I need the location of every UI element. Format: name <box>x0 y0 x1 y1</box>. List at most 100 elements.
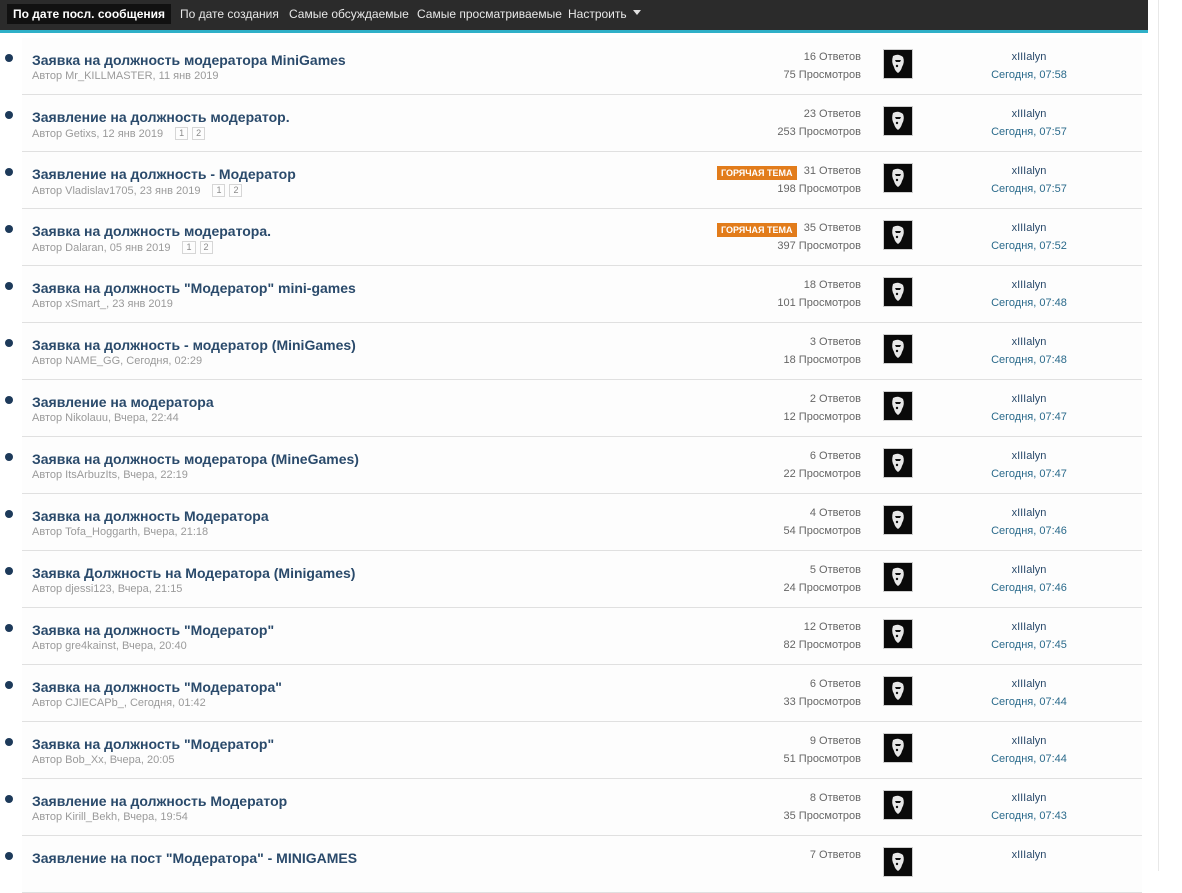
topic-title-link[interactable]: Заявка на должность "Модератора" <box>32 679 282 695</box>
page-link[interactable]: 2 <box>192 127 206 140</box>
last-poster-link[interactable]: xIIIalyn <box>980 279 1078 291</box>
unread-dot-icon[interactable] <box>5 396 13 404</box>
avatar[interactable] <box>883 448 913 478</box>
unread-dot-icon[interactable] <box>5 738 13 746</box>
avatar[interactable] <box>883 790 913 820</box>
unread-dot-icon[interactable] <box>5 852 13 860</box>
avatar[interactable] <box>883 847 913 877</box>
topic-title-link[interactable]: Заявление на должность - Модератор <box>32 166 296 182</box>
topic-title-link[interactable]: Заявка на должность Модератора <box>32 508 269 524</box>
last-post-time-link[interactable]: Сегодня, 07:57 <box>980 126 1078 138</box>
topic-meta-text: Автор Dalaran, 05 янв 2019 <box>32 242 171 254</box>
last-post-time-link[interactable]: Сегодня, 07:44 <box>980 696 1078 708</box>
last-poster-link[interactable]: xIIIalyn <box>980 792 1078 804</box>
tab-customize[interactable]: Настроить <box>562 4 647 24</box>
last-poster-link[interactable]: xIIIalyn <box>980 222 1078 234</box>
last-poster-link[interactable]: xIIIalyn <box>980 51 1078 63</box>
unread-dot-icon[interactable] <box>5 168 13 176</box>
topic-title-link[interactable]: Заявка на должность модератора MiniGames <box>32 52 346 68</box>
page-link[interactable]: 1 <box>212 184 226 197</box>
avatar[interactable] <box>883 562 913 592</box>
last-post-time-link[interactable]: Сегодня, 07:43 <box>980 810 1078 822</box>
unread-dot-icon[interactable] <box>5 111 13 119</box>
topic-title-link[interactable]: Заявка на должность модератора. <box>32 223 271 239</box>
topic-title-link[interactable]: Заявка на должность модератора (MineGame… <box>32 451 359 467</box>
tab-sort-most-discussed[interactable]: Самые обсуждаемые <box>283 4 415 24</box>
avatar[interactable] <box>883 676 913 706</box>
last-post-time-link[interactable]: Сегодня, 07:47 <box>980 411 1078 423</box>
unread-dot-icon[interactable] <box>5 624 13 632</box>
topic-meta-text: Автор ItsArbuzIts, Вчера, 22:19 <box>32 469 188 481</box>
last-poster-link[interactable]: xIIIalyn <box>980 393 1078 405</box>
topic-title-link[interactable]: Заявка Должность на Модератора (Minigame… <box>32 565 355 581</box>
last-post-time-link[interactable]: Сегодня, 07:46 <box>980 525 1078 537</box>
last-post-time-link[interactable]: Сегодня, 07:58 <box>980 69 1078 81</box>
unread-dot-icon[interactable] <box>5 510 13 518</box>
last-poster-link[interactable]: xIIIalyn <box>980 849 1078 861</box>
avatar[interactable] <box>883 277 913 307</box>
unread-dot-icon[interactable] <box>5 567 13 575</box>
avatar[interactable] <box>883 619 913 649</box>
avatar[interactable] <box>883 106 913 136</box>
avatar[interactable] <box>883 733 913 763</box>
avatar[interactable] <box>883 163 913 193</box>
topic-author-meta: Автор Kirill_Bekh, Вчера, 19:54 <box>32 811 188 823</box>
unread-dot-icon[interactable] <box>5 54 13 62</box>
topic-row: Заявление на модератора Автор Nikolauu, В… <box>0 380 1143 437</box>
unread-dot-icon[interactable] <box>5 225 13 233</box>
page-link[interactable]: 2 <box>199 241 213 254</box>
last-poster-link[interactable]: xIIIalyn <box>980 735 1078 747</box>
last-post-time-link[interactable]: Сегодня, 07:48 <box>980 354 1078 366</box>
avatar[interactable] <box>883 334 913 364</box>
topic-title-link[interactable]: Заявка на должность "Модератор" mini-gam… <box>32 280 356 296</box>
views-count: 12 Просмотров <box>783 411 862 423</box>
topic-title-link[interactable]: Заявление на должность Модератор <box>32 793 287 809</box>
topic-title-link[interactable]: Заявка на должность "Модератор" <box>32 736 274 752</box>
replies-count: 16 Ответов <box>803 51 861 63</box>
replies-count: 31 Ответов <box>803 165 861 177</box>
avatar[interactable] <box>883 220 913 250</box>
views-count: 51 Просмотров <box>783 753 862 765</box>
last-post-time-link[interactable]: Сегодня, 07:47 <box>980 468 1078 480</box>
last-post-time-link[interactable]: Сегодня, 07:48 <box>980 297 1078 309</box>
topic-title-link[interactable]: Заявление на модератора <box>32 394 214 410</box>
topic-title-link[interactable]: Заявление на должность модератор. <box>32 109 290 125</box>
last-poster-link[interactable]: xIIIalyn <box>980 621 1078 633</box>
last-poster-link[interactable]: xIIIalyn <box>980 564 1078 576</box>
unread-dot-icon[interactable] <box>5 453 13 461</box>
tab-sort-created[interactable]: По дате создания <box>174 4 285 24</box>
topic-author-meta: Автор Tofa_Hoggarth, Вчера, 21:18 <box>32 526 208 538</box>
topic-title-link[interactable]: Заявка на должность - модератор (MiniGam… <box>32 337 356 353</box>
user-avatar-icon <box>884 278 912 306</box>
avatar[interactable] <box>883 505 913 535</box>
views-count: 54 Просмотров <box>783 525 862 537</box>
last-poster-link[interactable]: xIIIalyn <box>980 507 1078 519</box>
page-link[interactable]: 2 <box>229 184 243 197</box>
topic-author-meta: Автор CJIECAPb_, Сегодня, 01:42 <box>32 697 206 709</box>
last-post-time-link[interactable]: Сегодня, 07:57 <box>980 183 1078 195</box>
avatar[interactable] <box>883 49 913 79</box>
topic-title-link[interactable]: Заявка на должность "Модератор" <box>32 622 274 638</box>
tab-sort-most-viewed[interactable]: Самые просматриваемые <box>411 4 568 24</box>
last-post-time-link[interactable]: Сегодня, 07:52 <box>980 240 1078 252</box>
page-link[interactable]: 1 <box>175 127 189 140</box>
last-poster-link[interactable]: xIIIalyn <box>980 165 1078 177</box>
last-poster-link[interactable]: xIIIalyn <box>980 678 1078 690</box>
tab-sort-last-post[interactable]: По дате посл. сообщения <box>7 4 172 24</box>
last-post-time-link[interactable]: Сегодня, 07:46 <box>980 582 1078 594</box>
topic-meta-text: Автор NAME_GG, Сегодня, 02:29 <box>32 355 203 367</box>
topic-title-link[interactable]: Заявление на пост "Модератора" - MINIGAM… <box>32 850 357 866</box>
page-link[interactable]: 1 <box>182 241 196 254</box>
last-poster-link[interactable]: xIIIalyn <box>980 450 1078 462</box>
last-post-time-link[interactable]: Сегодня, 07:44 <box>980 753 1078 765</box>
avatar[interactable] <box>883 391 913 421</box>
last-poster-link[interactable]: xIIIalyn <box>980 108 1078 120</box>
unread-dot-icon[interactable] <box>5 795 13 803</box>
unread-dot-icon[interactable] <box>5 681 13 689</box>
last-poster-link[interactable]: xIIIalyn <box>980 336 1078 348</box>
views-count: 24 Просмотров <box>783 582 862 594</box>
topic-author-meta: Автор NAME_GG, Сегодня, 02:29 <box>32 355 202 367</box>
unread-dot-icon[interactable] <box>5 282 13 290</box>
unread-dot-icon[interactable] <box>5 339 13 347</box>
last-post-time-link[interactable]: Сегодня, 07:45 <box>980 639 1078 651</box>
